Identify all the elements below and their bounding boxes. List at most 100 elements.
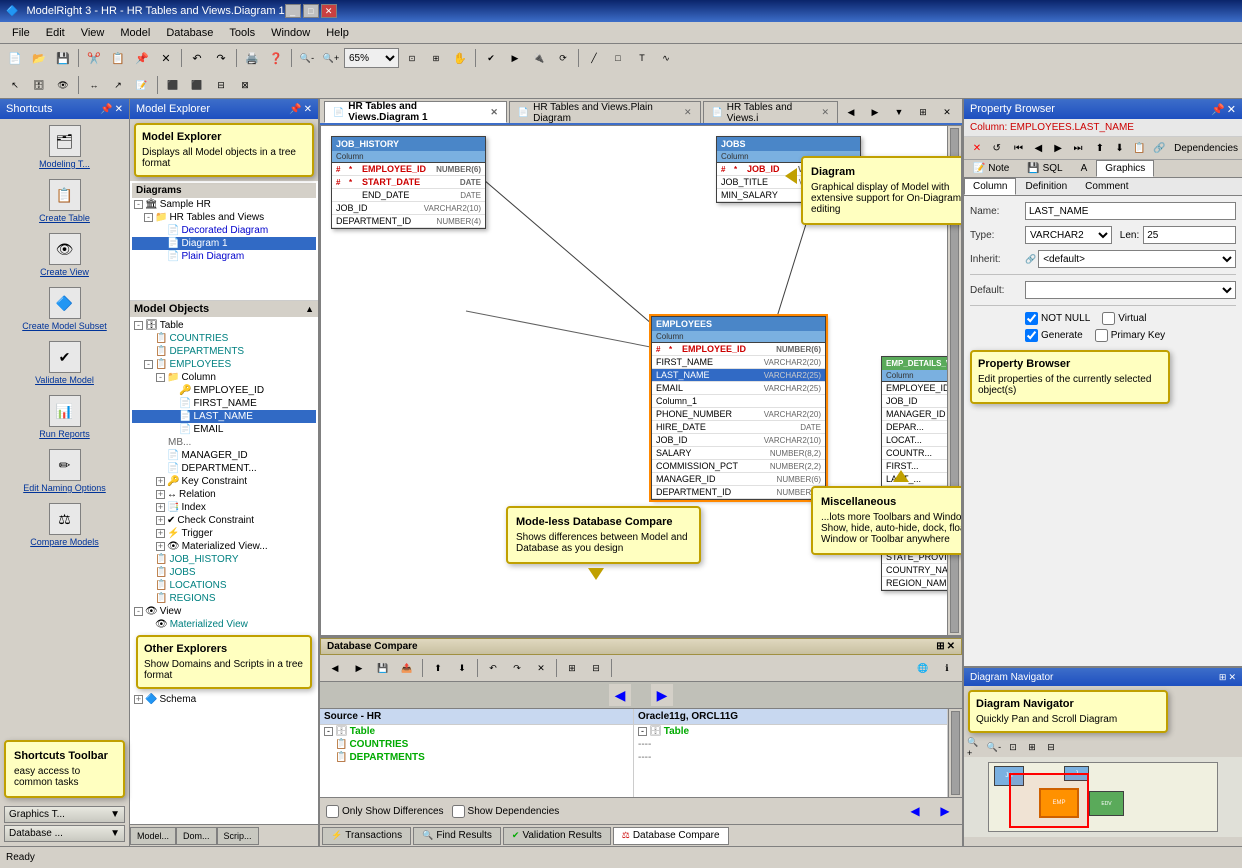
- pb-next-btn[interactable]: ▶: [1049, 139, 1067, 157]
- new-btn[interactable]: 📄: [4, 47, 26, 69]
- pb-virtual-check[interactable]: Virtual: [1102, 312, 1146, 325]
- dbc-redo-btn[interactable]: ↷: [506, 657, 528, 679]
- align-l-btn[interactable]: ⬛: [162, 74, 184, 96]
- tree-department[interactable]: 📄 DEPARTMENT...: [132, 462, 316, 475]
- dbc-only-diff-check[interactable]: Only Show Differences: [326, 805, 444, 818]
- shortcuts-close-btn[interactable]: ✕: [115, 104, 123, 115]
- tree-index[interactable]: + 📑 Index: [132, 501, 316, 514]
- menu-help[interactable]: Help: [318, 25, 357, 41]
- tree-relation[interactable]: + ↔ Relation: [132, 488, 316, 501]
- employees-expand[interactable]: -: [144, 360, 153, 369]
- zoom-fit-btn[interactable]: ⊡: [401, 47, 423, 69]
- tab-plain-close[interactable]: ✕: [684, 107, 692, 118]
- column-group-expand[interactable]: -: [156, 373, 165, 382]
- sample-hr-expand[interactable]: -: [134, 200, 143, 209]
- dbc-col1-btn[interactable]: ⊞: [561, 657, 583, 679]
- pb-notnull-check[interactable]: NOT NULL: [1025, 312, 1090, 325]
- dbc-vscroll-thumb[interactable]: [951, 711, 960, 795]
- text-btn[interactable]: T: [631, 47, 653, 69]
- dn-content[interactable]: JH J EMP EDV: [964, 757, 1242, 837]
- dn-hfit-btn[interactable]: ⊞: [1023, 739, 1041, 755]
- pb-up-btn[interactable]: ⬆: [1091, 139, 1109, 157]
- tab-plain[interactable]: 📄 HR Tables and Views.Plain Diagram ✕: [509, 101, 701, 123]
- tree-table-group[interactable]: - 🗄 Table: [132, 319, 316, 332]
- dn-float-btn[interactable]: ⊞: [1219, 672, 1227, 683]
- tree-jobs[interactable]: 📋 JOBS: [132, 566, 316, 579]
- view-tool-btn[interactable]: 👁: [52, 74, 74, 96]
- pb-pin-btn[interactable]: 📌: [1211, 103, 1225, 116]
- tab-diagram1[interactable]: 📄 HR Tables and Views.Diagram 1 ✕: [324, 101, 507, 123]
- tab-i-close[interactable]: ✕: [821, 107, 829, 118]
- menu-database[interactable]: Database: [158, 25, 221, 41]
- pb-tab-a[interactable]: A: [1072, 160, 1097, 177]
- pb-pk-check[interactable]: Primary Key: [1095, 329, 1165, 342]
- tree-key-constraint[interactable]: + 🔑 Key Constraint: [132, 475, 316, 488]
- tree-matview-item[interactable]: 👁 Materialized View: [132, 618, 316, 631]
- paste-btn[interactable]: 📌: [131, 47, 153, 69]
- view-group-expand[interactable]: -: [134, 607, 143, 616]
- dbc-show-deps-input[interactable]: [452, 805, 465, 818]
- shortcut-edit-naming[interactable]: ✏ Edit Naming Options: [4, 447, 125, 495]
- pb-default-select[interactable]: [1025, 281, 1236, 299]
- dbc-up-btn[interactable]: ⬆: [427, 657, 449, 679]
- pb-notnull-input[interactable]: [1025, 312, 1038, 325]
- zoom-out-btn[interactable]: 🔍-: [296, 47, 318, 69]
- tree-regions[interactable]: 📋 REGIONS: [132, 592, 316, 605]
- dbc-table-expand-src[interactable]: -: [324, 727, 333, 736]
- dom-tab-btn[interactable]: Dom...: [176, 827, 217, 845]
- menu-edit[interactable]: Edit: [38, 25, 73, 41]
- tab-i[interactable]: 📄 HR Tables and Views.i ✕: [703, 101, 838, 123]
- model-tab-btn[interactable]: Model...: [130, 827, 176, 845]
- pb-copy-btn[interactable]: 📋: [1131, 139, 1149, 157]
- align-r-btn[interactable]: ⬛: [186, 74, 208, 96]
- shortcut-compare-models[interactable]: ⚖ Compare Models: [4, 501, 125, 549]
- hr-expand[interactable]: -: [144, 213, 153, 222]
- dbc-fwd-btn[interactable]: ▶: [348, 657, 370, 679]
- dn-zoomin-btn[interactable]: 🔍+: [966, 739, 984, 755]
- shortcut-validate-model[interactable]: ✔ Validate Model: [4, 339, 125, 387]
- rel-expand[interactable]: +: [156, 490, 165, 499]
- pb-sub-definition[interactable]: Definition: [1016, 178, 1076, 195]
- tree-email[interactable]: 📄 EMAIL: [132, 423, 316, 436]
- tree-item-diagram1[interactable]: 📄 Diagram 1: [132, 237, 316, 250]
- shortcuts-pin-btn[interactable]: 📌: [100, 104, 112, 115]
- pb-type-select[interactable]: VARCHAR2 NUMBER DATE: [1025, 226, 1112, 244]
- pb-last-btn[interactable]: ⏭: [1069, 139, 1087, 157]
- print-btn[interactable]: 🖨️: [241, 47, 263, 69]
- close-button[interactable]: ✕: [321, 4, 337, 18]
- pb-virtual-input[interactable]: [1102, 312, 1115, 325]
- model-explorer-pin-btn[interactable]: 📌: [289, 104, 301, 115]
- pb-pk-input[interactable]: [1095, 329, 1108, 342]
- pb-sub-comment[interactable]: Comment: [1076, 178, 1137, 195]
- zoom-actual-btn[interactable]: ⊞: [425, 47, 447, 69]
- pb-inherit-select[interactable]: <default>: [1038, 250, 1236, 268]
- dbc-right-arrow[interactable]: ▶: [651, 684, 673, 706]
- table-tool-btn[interactable]: 🗄: [28, 74, 50, 96]
- open-btn[interactable]: 📂: [28, 47, 50, 69]
- delete-btn[interactable]: ✕: [155, 47, 177, 69]
- menu-view[interactable]: View: [73, 25, 113, 41]
- scrip-tab-btn[interactable]: Scrip...: [217, 827, 259, 845]
- line-btn[interactable]: ╱: [583, 47, 605, 69]
- bottom-tab-validation[interactable]: ✔ Validation Results: [503, 827, 611, 845]
- zoom-combo[interactable]: 25% 50% 65% 75% 100%: [344, 48, 399, 68]
- cut-btn[interactable]: ✂️: [83, 47, 105, 69]
- zoom-in-btn[interactable]: 🔍+: [320, 47, 342, 69]
- pb-down-btn[interactable]: ⬇: [1111, 139, 1129, 157]
- maximize-button[interactable]: □: [303, 4, 319, 18]
- hand-tool-btn[interactable]: ✋: [449, 47, 471, 69]
- shortcut-modeling[interactable]: 🗂 Modeling T...: [4, 123, 125, 171]
- menu-tools[interactable]: Tools: [221, 25, 263, 41]
- db-connect-btn[interactable]: 🔌: [528, 47, 550, 69]
- dbc-table-expand-tgt[interactable]: -: [638, 727, 647, 736]
- dbc-globe-btn[interactable]: 🌐: [912, 657, 934, 679]
- tree-countries[interactable]: 📋 COUNTRIES: [132, 332, 316, 345]
- db-compare-float-btn[interactable]: ⊞: [936, 641, 944, 652]
- index-expand[interactable]: +: [156, 503, 165, 512]
- fk-btn[interactable]: ↔: [83, 74, 105, 96]
- pb-generate-input[interactable]: [1025, 329, 1038, 342]
- dn-zoomout-btn[interactable]: 🔍-: [985, 739, 1003, 755]
- dn-fit-btn[interactable]: ⊡: [1004, 739, 1022, 755]
- tree-check-constraint[interactable]: + ✔ Check Constraint: [132, 514, 316, 527]
- tree-view-group[interactable]: - 👁 View: [132, 605, 316, 618]
